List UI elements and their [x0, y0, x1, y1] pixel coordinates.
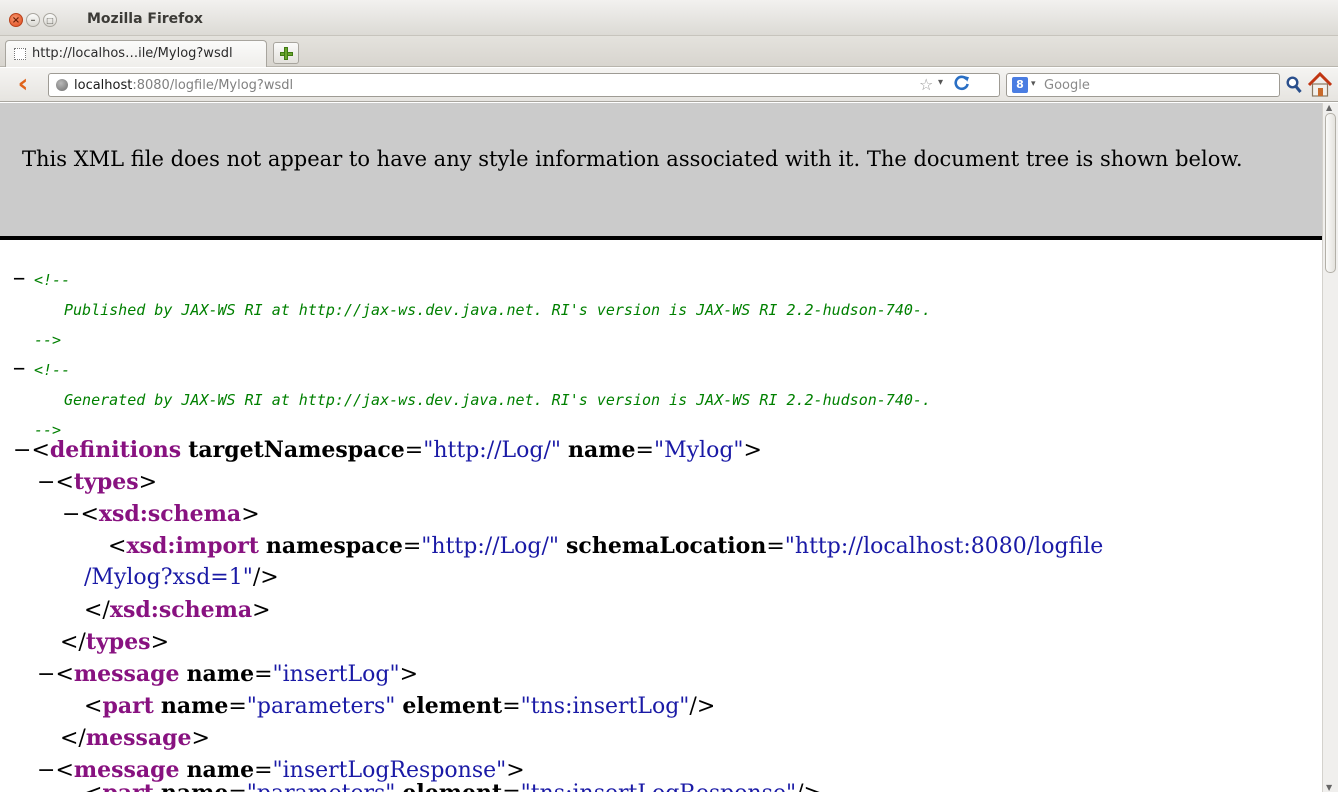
tab-wsdl[interactable]: http://localhos…ile/Mylog?wsdl: [5, 40, 267, 67]
tab-strip: http://localhos…ile/Mylog?wsdl: [0, 36, 1338, 67]
search-input[interactable]: Google: [1044, 78, 1090, 93]
xml-element-definitions: −<definitions targetNamespace="http://Lo…: [13, 437, 762, 463]
tab-label: http://localhos…ile/Mylog?wsdl: [32, 46, 233, 61]
globe-icon: [56, 79, 68, 91]
attribute-value: "insertLog": [272, 662, 400, 687]
attribute-value: "tns:insertLog": [520, 694, 690, 719]
google-icon[interactable]: 8: [1012, 77, 1028, 93]
scroll-down-icon[interactable]: ▼: [1326, 783, 1332, 792]
xml-notice-text: This XML file does not appear to have an…: [22, 147, 1243, 171]
attribute-value: "parameters": [247, 781, 396, 792]
tag-name: xsd:schema: [98, 501, 242, 527]
attribute-value: "http://Log/": [423, 438, 561, 463]
reload-icon[interactable]: [953, 74, 971, 97]
xml-element-message: −<message name="insertLog">: [37, 661, 419, 687]
xml-element-schema: −<xsd:schema>: [62, 501, 260, 527]
search-icon[interactable]: [1286, 76, 1302, 94]
navigation-toolbar: ‹ localhost:8080/logfile/Mylog?wsdl ☆ ▾ …: [0, 68, 1338, 102]
tag-name: xsd:import: [126, 533, 259, 559]
search-engine-dropdown-icon[interactable]: ▾: [1031, 79, 1036, 89]
attribute-name: element: [402, 693, 503, 719]
page-favicon-icon: [14, 48, 26, 60]
collapse-toggle[interactable]: −: [13, 266, 25, 290]
collapse-toggle[interactable]: −: [37, 470, 55, 495]
attribute-value: "http://Log/": [421, 534, 560, 559]
url-host: localhost: [74, 78, 133, 93]
collapse-toggle[interactable]: −: [37, 662, 55, 687]
minimize-icon: –: [30, 15, 36, 26]
xml-element-part: <part name="parameters" element="tns:ins…: [84, 780, 822, 792]
new-tab-button[interactable]: [273, 42, 299, 64]
attribute-value: "tns:insertLogResponse": [521, 781, 796, 792]
comment-open: <!--: [34, 361, 71, 379]
tag-name: part: [102, 780, 153, 792]
page-content: This XML file does not appear to have an…: [0, 103, 1322, 792]
search-bar[interactable]: 8 ▾ Google: [1006, 73, 1280, 97]
xml-element-part: <part name="parameters" element="tns:ins…: [84, 693, 716, 719]
vertical-scrollbar[interactable]: ▲ ▼: [1322, 103, 1338, 792]
url-text[interactable]: localhost:8080/logfile/Mylog?wsdl: [74, 78, 293, 93]
history-dropdown-icon[interactable]: ▾: [938, 77, 943, 88]
tag-name: types: [73, 469, 139, 495]
comment-text: Generated by JAX-WS RI at http://jax-ws.…: [64, 391, 931, 409]
attribute-value: "parameters": [246, 694, 396, 719]
home-icon[interactable]: [1307, 71, 1333, 98]
attribute-name: element: [402, 780, 502, 792]
attribute-name: targetNamespace: [188, 437, 405, 463]
back-button[interactable]: ‹: [10, 69, 36, 99]
tag-name: xsd:schema: [109, 597, 253, 623]
attribute-name: name: [161, 780, 229, 792]
minimize-window-button[interactable]: –: [26, 13, 40, 27]
xml-element-import: <xsd:import namespace="http://Log/" sche…: [108, 533, 1104, 559]
attribute-name: name: [568, 437, 636, 463]
scroll-up-icon[interactable]: ▲: [1326, 103, 1332, 112]
url-bar[interactable]: localhost:8080/logfile/Mylog?wsdl ☆ ▾: [48, 73, 1000, 97]
comment-open: <!--: [34, 271, 71, 289]
tag-name: definitions: [49, 437, 182, 463]
xml-close-types: </types>: [60, 629, 170, 655]
xml-element-types: −<types>: [37, 469, 158, 495]
comment-close: -->: [34, 331, 62, 349]
maximize-icon: □: [46, 16, 54, 25]
tag-name: part: [102, 693, 154, 719]
url-path: :8080/logfile/Mylog?wsdl: [132, 78, 294, 93]
close-window-button[interactable]: ×: [9, 13, 23, 27]
collapse-toggle[interactable]: −: [13, 356, 25, 380]
attribute-name: name: [186, 661, 255, 687]
xml-close-message: </message>: [60, 725, 210, 751]
window-title: Mozilla Firefox: [87, 11, 203, 27]
scrollbar-thumb[interactable]: [1325, 113, 1336, 273]
tag-name: types: [85, 629, 151, 655]
collapse-toggle[interactable]: −: [62, 502, 80, 527]
xml-close-schema: </xsd:schema>: [84, 597, 271, 623]
close-icon: ×: [11, 15, 21, 26]
maximize-window-button[interactable]: □: [43, 13, 57, 27]
attribute-name: namespace: [265, 533, 403, 559]
collapse-toggle[interactable]: −: [13, 438, 31, 463]
xml-notice-banner: This XML file does not appear to have an…: [0, 103, 1322, 240]
attribute-value: "Mylog": [653, 438, 744, 463]
bookmark-star-icon[interactable]: ☆: [919, 75, 933, 94]
comment-text: Published by JAX-WS RI at http://jax-ws.…: [64, 301, 931, 319]
attribute-name: name: [160, 693, 229, 719]
attribute-value: "http://localhost:8080/logfile: [784, 534, 1104, 559]
attribute-value: /Mylog?xsd=1": [84, 565, 253, 590]
tag-name: message: [85, 725, 192, 751]
tag-name: message: [73, 661, 180, 687]
back-icon: ‹: [17, 69, 29, 99]
xml-element-import-continued: /Mylog?xsd=1"/>: [84, 565, 279, 590]
collapse-toggle[interactable]: −: [37, 758, 55, 783]
attribute-name: schemaLocation: [566, 533, 767, 559]
window-titlebar: × – □ Mozilla Firefox: [0, 0, 1338, 36]
